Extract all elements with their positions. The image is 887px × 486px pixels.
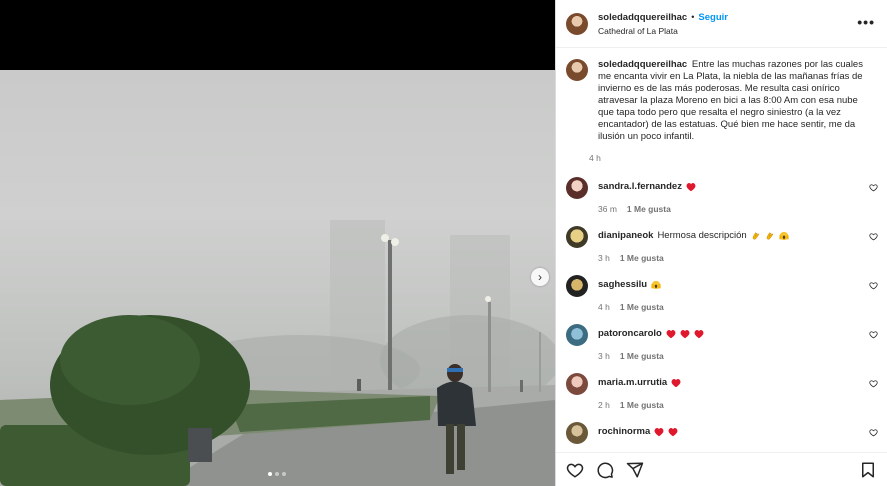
caption-text: Entre las muchas razones por las cuales … — [598, 59, 863, 142]
owner-avatar[interactable] — [566, 59, 588, 81]
post-caption: soledadqquereilhac Entre las muchas razo… — [556, 49, 887, 143]
share-icon[interactable] — [626, 461, 644, 479]
comment-item: patoroncarolo 3 h 1 Me gusta — [556, 324, 887, 373]
carousel-dot — [275, 472, 279, 476]
red-heart-icon — [666, 329, 676, 338]
commenter-avatar[interactable] — [566, 324, 588, 346]
clapping-hands-icon — [752, 231, 759, 240]
comment-like-icon[interactable] — [869, 281, 878, 290]
comment-likes-count[interactable]: 1 Me gusta — [620, 253, 664, 263]
save-icon[interactable] — [859, 461, 877, 479]
comment-likes-count[interactable]: 1 Me gusta — [620, 400, 664, 410]
commenter-username[interactable]: rochinorma — [598, 426, 650, 437]
commenter-username[interactable]: maria.m.urrutia — [598, 377, 667, 388]
carousel-dots — [268, 472, 286, 476]
separator-dot: • — [691, 12, 695, 22]
post-actions-bar — [556, 452, 887, 486]
caption-timestamp[interactable]: 4 h — [589, 153, 887, 163]
red-heart-icon — [668, 427, 678, 436]
face-screaming-icon — [651, 280, 661, 289]
comment-item: rochinorma — [556, 422, 887, 449]
like-icon[interactable] — [566, 461, 584, 479]
post-location[interactable]: Cathedral of La Plata — [598, 26, 728, 36]
commenter-username[interactable]: dianipaneok — [598, 230, 653, 241]
commenter-avatar[interactable] — [566, 226, 588, 248]
comment-like-icon[interactable] — [869, 232, 878, 241]
caption-username[interactable]: soledadqquereilhac — [598, 59, 687, 70]
comment-item: dianipaneok Hermosa descripción 3 h 1 Me gu… — [556, 226, 887, 275]
post-media: › — [0, 0, 555, 486]
commenter-username[interactable]: patoroncarolo — [598, 328, 662, 339]
commenter-avatar[interactable] — [566, 275, 588, 297]
comment-item: sandra.l.fernandez 36 m 1 Me gusta — [556, 177, 887, 226]
owner-username[interactable]: soledadqquereilhac — [598, 12, 687, 23]
comment-item: maria.m.urrutia 2 h 1 Me gusta — [556, 373, 887, 422]
carousel-dot — [268, 472, 272, 476]
comment-timestamp[interactable]: 3 h — [598, 253, 610, 263]
face-screaming-icon — [779, 231, 789, 240]
foggy-plaza-illustration — [0, 220, 555, 486]
post-photo[interactable] — [0, 70, 555, 486]
red-heart-icon — [680, 329, 690, 338]
red-heart-icon — [671, 378, 681, 387]
post-header: soledadqquereilhac • Seguir Cathedral of… — [556, 0, 887, 48]
comment-item: saghessilu 4 h 1 Me gusta — [556, 275, 887, 324]
comment-timestamp[interactable]: 4 h — [598, 302, 610, 312]
red-heart-icon — [686, 182, 696, 191]
red-heart-icon — [694, 329, 704, 338]
owner-avatar[interactable] — [566, 12, 588, 35]
next-image-button[interactable]: › — [531, 268, 549, 286]
comment-likes-count[interactable]: 1 Me gusta — [627, 204, 671, 214]
commenter-username[interactable]: saghessilu — [598, 279, 647, 290]
comment-like-icon[interactable] — [869, 428, 878, 437]
red-heart-icon — [654, 427, 664, 436]
comment-likes-count[interactable]: 1 Me gusta — [620, 302, 664, 312]
comments-scroll-area[interactable]: soledadqquereilhac Entre las muchas razo… — [556, 49, 887, 449]
commenter-avatar[interactable] — [566, 177, 588, 199]
comment-like-icon[interactable] — [869, 183, 878, 192]
commenter-avatar[interactable] — [566, 422, 588, 444]
follow-button[interactable]: Seguir — [698, 12, 728, 23]
clapping-hands-icon — [766, 231, 773, 240]
comment-like-icon[interactable] — [869, 379, 878, 388]
comment-timestamp[interactable]: 3 h — [598, 351, 610, 361]
commenter-username[interactable]: sandra.l.fernandez — [598, 181, 682, 192]
comment-list: sandra.l.fernandez 36 m1 Me gusta dianipan… — [556, 177, 887, 449]
commenter-avatar[interactable] — [566, 373, 588, 395]
carousel-dot — [282, 472, 286, 476]
more-options-icon[interactable]: ••• — [857, 14, 875, 30]
comment-likes-count[interactable]: 1 Me gusta — [620, 351, 664, 361]
comment-timestamp[interactable]: 36 m — [598, 204, 617, 214]
comment-timestamp[interactable]: 2 h — [598, 400, 610, 410]
comment-text: Hermosa descripción — [657, 230, 747, 241]
comment-icon[interactable] — [596, 461, 614, 479]
comment-like-icon[interactable] — [869, 330, 878, 339]
post-side-panel: soledadqquereilhac • Seguir Cathedral of… — [555, 0, 887, 486]
